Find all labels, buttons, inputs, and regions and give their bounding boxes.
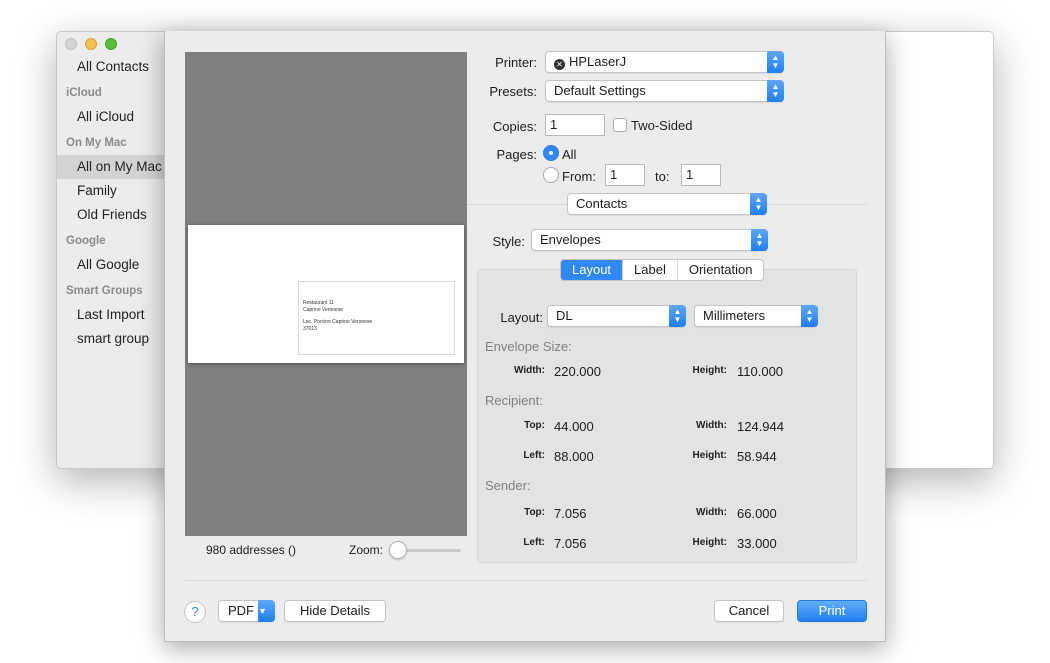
envelope-height-label: Height:	[692, 365, 727, 376]
recipient-top-value[interactable]: 44.000	[554, 419, 594, 434]
sidebar-header-smart-groups: Smart Groups	[66, 285, 143, 297]
pages-to-label: to:	[655, 169, 670, 184]
layout-popup[interactable]: DL ▲ ▼	[547, 305, 686, 327]
x-circle-icon: ✕	[554, 59, 565, 70]
up-down-chevrons-icon: ▲ ▼	[751, 229, 768, 251]
app-options-popup[interactable]: Contacts ▲ ▼	[567, 193, 767, 215]
sender-width-label: Width:	[695, 507, 727, 518]
sender-top-label: Top:	[524, 507, 545, 518]
zoom-slider-knob[interactable]	[389, 541, 407, 559]
up-down-chevrons-icon: ▲ ▼	[669, 305, 686, 327]
layout-label: Layout:	[500, 310, 543, 325]
sidebar-header-icloud: iCloud	[66, 87, 102, 99]
pages-from-field[interactable]: 1	[605, 164, 645, 186]
recipient-left-label: Left:	[523, 450, 545, 461]
recipient-heading: Recipient:	[485, 393, 543, 408]
envelope-width-label: Width:	[513, 365, 545, 376]
envelope-size-heading: Envelope Size:	[485, 339, 572, 354]
sender-height-value[interactable]: 33.000	[737, 536, 777, 551]
pages-from-label: From:	[562, 169, 596, 184]
zoom-label: Zoom:	[349, 543, 384, 557]
sidebar-item-smart-group[interactable]: smart group	[57, 327, 165, 351]
copies-label: Copies:	[492, 119, 537, 134]
pdf-label: PDF	[228, 603, 254, 618]
help-button[interactable]: ?	[184, 601, 206, 623]
sender-left-label: Left:	[523, 537, 545, 548]
cancel-button[interactable]: Cancel	[714, 600, 784, 622]
units-value: Millimeters	[703, 308, 766, 323]
pages-all-label: All	[562, 147, 577, 162]
style-label: Style:	[492, 234, 525, 249]
up-down-chevrons-icon: ▲ ▼	[767, 80, 784, 102]
up-down-chevrons-icon: ▲ ▼	[801, 305, 818, 327]
envelope-width-value[interactable]: 220.000	[554, 364, 601, 379]
close-window-button[interactable]	[65, 38, 77, 50]
options-tabs: Layout Label Orientation	[560, 259, 765, 281]
pdf-menu-button[interactable]: PDF ▼	[218, 600, 275, 622]
sidebar-item-family[interactable]: Family	[57, 179, 165, 203]
recipient-top-label: Top:	[524, 420, 545, 431]
recipient-height-value[interactable]: 58.944	[737, 449, 777, 464]
pages-all-radio[interactable]	[543, 145, 559, 161]
print-preview: Restaurant 11 Caprino Veronese Loc. Porc…	[185, 52, 467, 536]
pages-to-field[interactable]: 1	[681, 164, 721, 186]
print-button[interactable]: Print	[797, 600, 867, 622]
recipient-height-label: Height:	[692, 450, 727, 461]
sidebar-header-google: Google	[66, 235, 106, 247]
minimize-window-button[interactable]	[85, 38, 97, 50]
style-popup[interactable]: Envelopes ▲ ▼	[531, 229, 768, 251]
tab-layout[interactable]: Layout	[561, 260, 623, 280]
footer-divider	[185, 580, 867, 581]
presets-value: Default Settings	[554, 83, 646, 98]
presets-label: Presets:	[489, 84, 537, 99]
two-sided-label: Two-Sided	[631, 118, 693, 133]
printer-popup[interactable]: ✕ HPLaserJ ▲ ▼	[545, 51, 784, 73]
sidebar-item-last-import[interactable]: Last Import	[57, 303, 165, 327]
maximize-window-button[interactable]	[105, 38, 117, 50]
tab-orientation[interactable]: Orientation	[676, 260, 764, 280]
sender-left-value[interactable]: 7.056	[554, 536, 587, 551]
sidebar-item-old-friends[interactable]: Old Friends	[57, 203, 165, 227]
tab-label[interactable]: Label	[622, 260, 677, 280]
app-options-value: Contacts	[576, 196, 628, 211]
printer-label: Printer:	[495, 55, 537, 70]
recipient-left-value[interactable]: 88.000	[554, 449, 594, 464]
sidebar-item-all-google[interactable]: All Google	[57, 253, 165, 277]
sender-width-value[interactable]: 66.000	[737, 506, 777, 521]
layout-value: DL	[556, 308, 573, 323]
two-sided-checkbox[interactable]	[613, 118, 627, 132]
presets-popup[interactable]: Default Settings ▲ ▼	[545, 80, 784, 102]
sidebar-item-all-on-my-mac[interactable]: All on My Mac	[57, 155, 165, 179]
printer-value: HPLaserJ	[569, 54, 627, 69]
recipient-width-label: Width:	[695, 420, 727, 431]
up-down-chevrons-icon: ▲ ▼	[750, 193, 767, 215]
sidebar-item-all-contacts[interactable]: All Contacts	[57, 55, 165, 79]
recipient-width-value[interactable]: 124.944	[737, 419, 784, 434]
address-line: 37013	[303, 325, 317, 332]
copies-field[interactable]: 1	[545, 114, 605, 136]
recipient-address-box: Restaurant 11 Caprino Veronese Loc. Porc…	[298, 281, 455, 355]
hide-details-button[interactable]: Hide Details	[284, 600, 386, 622]
up-down-chevrons-icon: ▲ ▼	[767, 51, 784, 73]
window-controls	[65, 38, 117, 50]
addresses-count: 980 addresses ()	[206, 543, 297, 557]
print-dialog: Restaurant 11 Caprino Veronese Loc. Porc…	[164, 31, 886, 642]
sender-heading: Sender:	[485, 478, 531, 493]
sender-top-value[interactable]: 7.056	[554, 506, 587, 521]
sidebar-item-all-icloud[interactable]: All iCloud	[57, 105, 165, 129]
envelope-height-value[interactable]: 110.000	[737, 364, 783, 379]
pages-from-radio[interactable]	[543, 167, 559, 183]
pages-label: Pages:	[496, 147, 537, 162]
envelope-preview-page: Restaurant 11 Caprino Veronese Loc. Porc…	[188, 225, 464, 363]
style-value: Envelopes	[540, 232, 601, 247]
chevron-down-icon: ▼	[258, 600, 275, 622]
units-popup[interactable]: Millimeters ▲ ▼	[694, 305, 818, 327]
sender-height-label: Height:	[692, 537, 727, 548]
sidebar-header-on-my-mac: On My Mac	[66, 137, 127, 149]
